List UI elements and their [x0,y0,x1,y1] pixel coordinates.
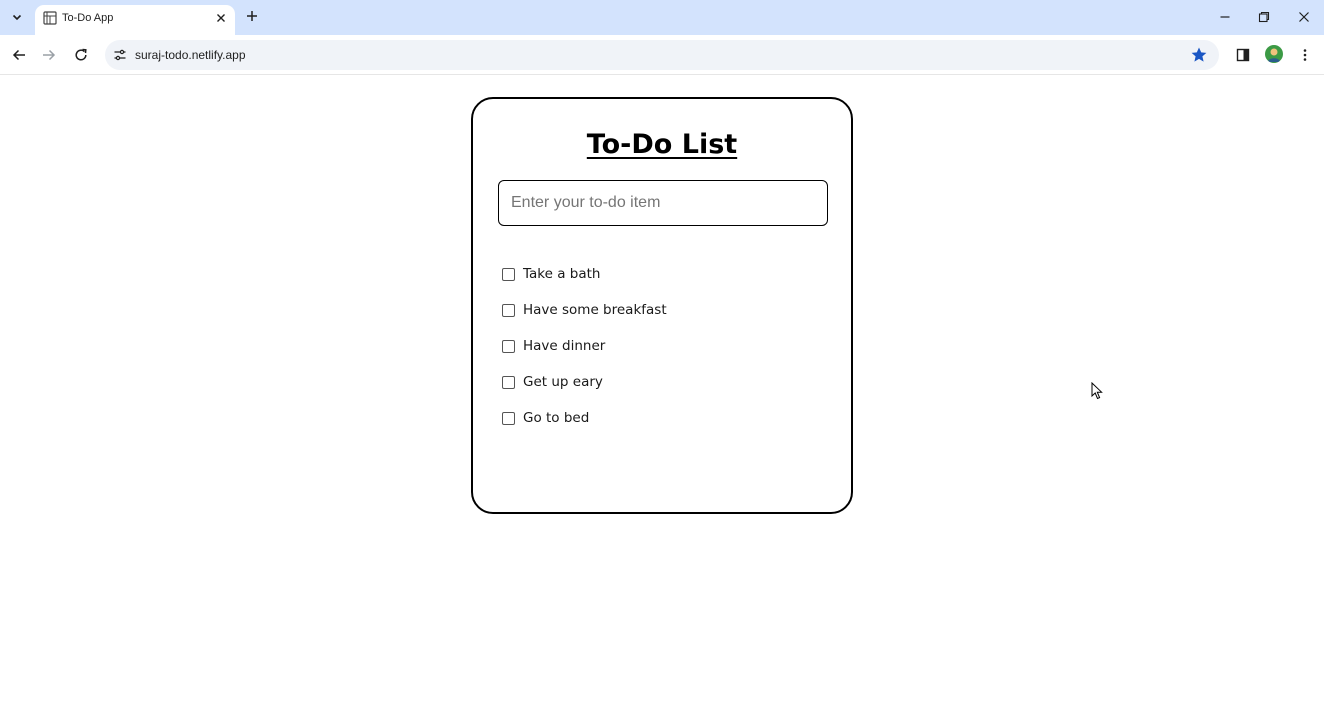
todo-checkbox[interactable] [502,267,515,281]
todo-checkbox[interactable] [502,339,515,353]
site-info-icon [114,49,126,61]
minimize-button[interactable] [1217,9,1233,25]
tab-list-button[interactable] [5,6,29,28]
tab-title: To-Do App [62,12,114,24]
todo-item[interactable]: Go to bed [502,400,667,436]
profile-icon [1268,48,1280,62]
restore-button[interactable] [1256,9,1272,25]
chevron-down-icon [12,14,22,21]
close-window-button[interactable] [1296,9,1312,25]
browser-menu-button[interactable] [1295,45,1315,65]
close-icon [217,14,225,22]
favicon-icon [43,11,57,25]
todo-checkbox[interactable] [502,411,515,425]
new-tab-button[interactable] [244,8,260,24]
restore-icon [1258,11,1270,23]
side-panel-icon [1236,48,1250,62]
address-bar[interactable]: suraj-todo.netlify.app [105,40,1219,70]
forward-button[interactable] [39,45,59,65]
todo-label: Take a bath [523,266,601,282]
tab-close-button[interactable] [213,10,229,26]
todo-label: Have dinner [523,338,606,354]
tab-strip: To-Do App [0,0,1324,35]
todo-label: Have some breakfast [523,302,667,318]
todo-list: Take a bath Have some breakfast Have din… [502,256,667,436]
more-vert-icon [1303,49,1307,61]
browser-toolbar: suraj-todo.netlify.app [0,35,1324,75]
url-text: suraj-todo.netlify.app [135,48,246,62]
todo-label: Get up eary [523,374,603,390]
back-button[interactable] [9,45,29,65]
todo-checkbox[interactable] [502,375,515,389]
todo-item[interactable]: Have dinner [502,328,667,364]
todo-item[interactable]: Have some breakfast [502,292,667,328]
plus-icon [247,11,257,21]
page-title: To-Do List [586,129,738,160]
star-icon[interactable] [1190,46,1208,64]
side-panel-button[interactable] [1233,45,1253,65]
todo-checkbox[interactable] [502,303,515,317]
site-info-button[interactable] [112,47,128,63]
minimize-icon [1220,16,1230,18]
todo-label: Go to bed [523,410,590,426]
forward-icon [43,49,56,61]
todo-input[interactable] [498,180,828,226]
back-icon [12,49,25,61]
close-icon [1299,12,1309,22]
cursor-icon [1091,382,1103,400]
todo-item[interactable]: Take a bath [502,256,667,292]
reload-button[interactable] [71,45,91,65]
tab-active[interactable]: To-Do App [35,5,235,35]
todo-card: To-Do List Take a bath Have some breakfa… [471,97,853,514]
avatar[interactable] [1265,45,1283,63]
reload-icon [75,48,87,61]
todo-item[interactable]: Get up eary [502,364,667,400]
